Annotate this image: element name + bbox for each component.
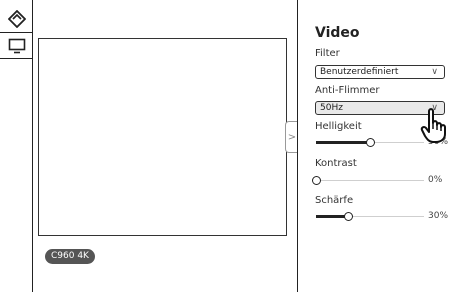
monitor-icon (8, 38, 25, 53)
contrast-value: 0% (428, 175, 443, 185)
slider-rail (316, 180, 424, 181)
slider-knob[interactable] (344, 212, 354, 221)
brightness-slider[interactable] (316, 138, 424, 148)
slider-fill (316, 141, 370, 144)
preview-area: C960 4K > (33, 0, 298, 292)
left-toolbar (0, 0, 33, 292)
video-preview (38, 38, 287, 236)
contrast-slider[interactable] (312, 176, 424, 186)
filter-label: Filter (315, 48, 340, 59)
monitor-tool-button[interactable] (0, 33, 33, 59)
sharpness-value: 30% (428, 211, 449, 221)
filter-value: Benutzerdefiniert (320, 67, 399, 77)
filter-select[interactable]: Benutzerdefiniert ∨ (315, 65, 445, 79)
contrast-label: Kontrast (315, 158, 357, 169)
home-tool-button[interactable] (0, 6, 33, 33)
chevron-down-icon: ∨ (431, 67, 438, 77)
brightness-label: Helligkeit (315, 121, 362, 132)
sharpness-slider[interactable] (316, 212, 424, 222)
sharpness-label: Schärfe (315, 195, 354, 206)
flicker-value: 50Hz (320, 103, 343, 113)
slider-knob[interactable] (366, 138, 375, 147)
panel-title: Video (315, 25, 360, 41)
flicker-label: Anti-Flimmer (315, 85, 380, 96)
diamond-logo-icon (7, 10, 26, 28)
camera-badge[interactable]: C960 4K (45, 249, 95, 264)
video-settings-panel: Video Filter Benutzerdefiniert ∨ Anti-Fl… (297, 0, 462, 292)
slider-knob[interactable] (312, 176, 321, 185)
hand-pointer-icon (420, 108, 446, 143)
